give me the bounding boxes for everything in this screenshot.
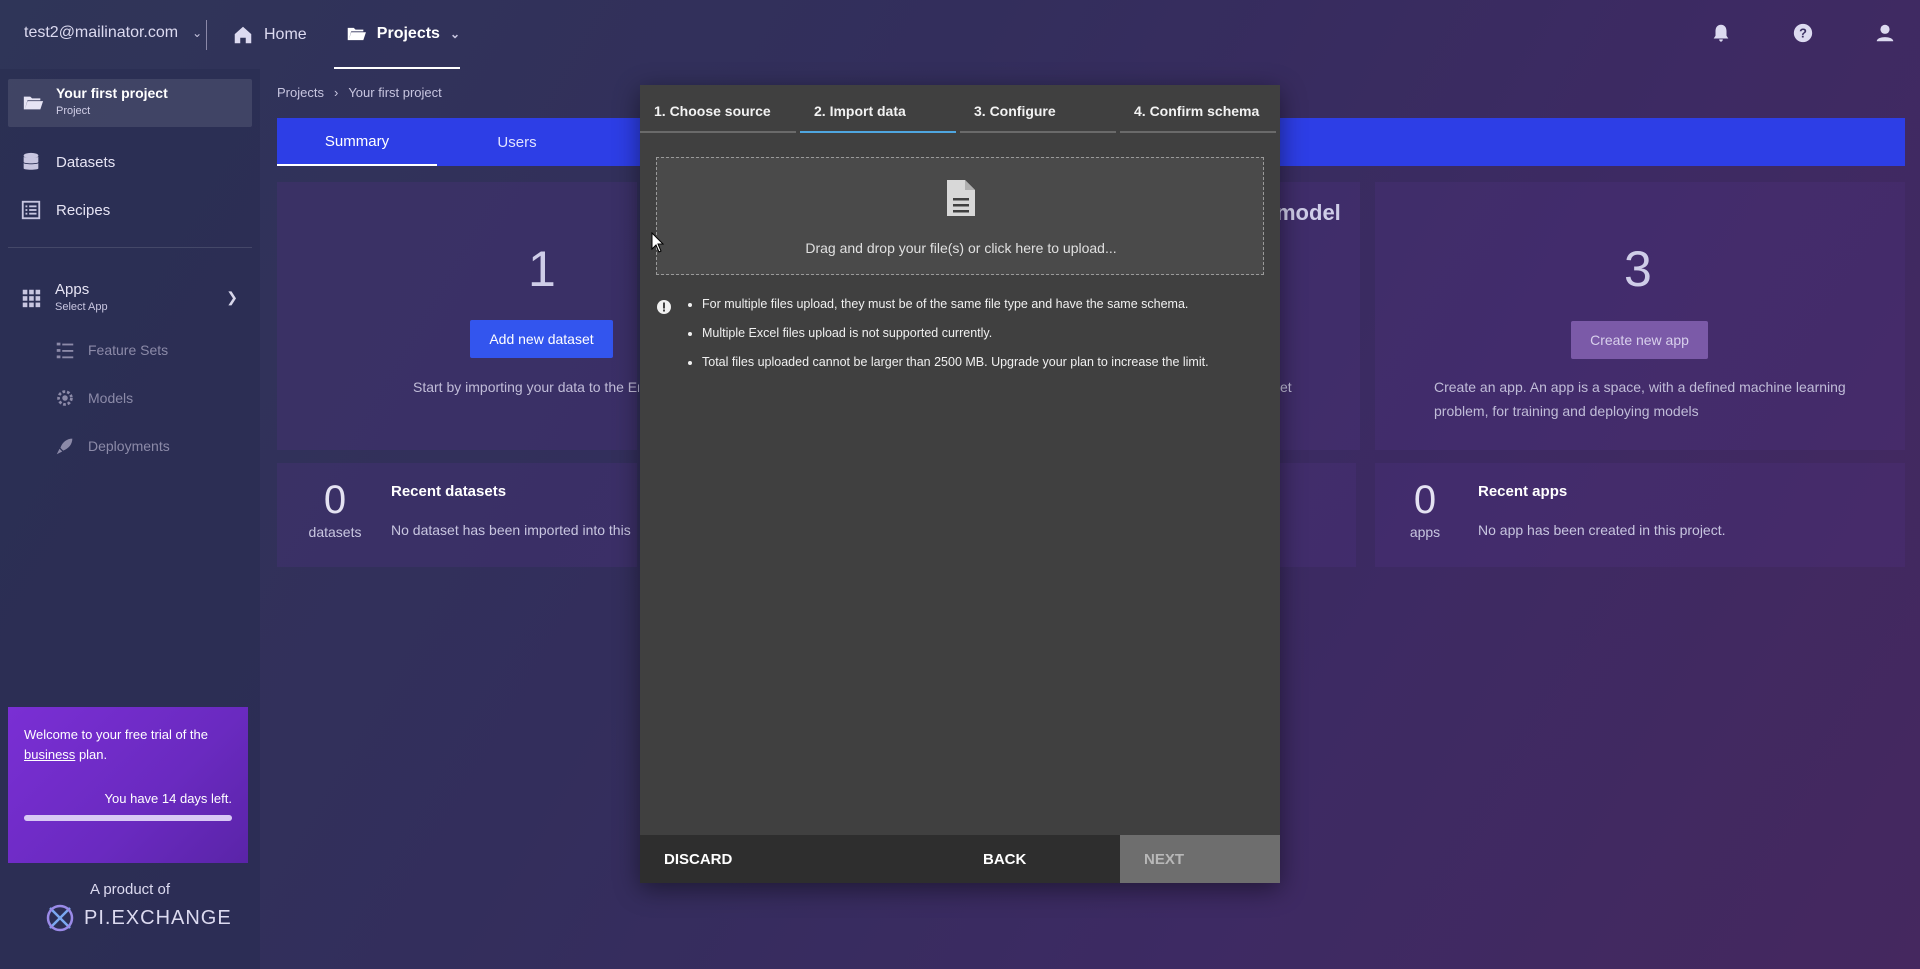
rocket-icon (56, 438, 73, 455)
sidebar-item-models: Models (54, 387, 133, 409)
chevron-down-icon[interactable]: ⌄ (450, 27, 460, 41)
piexchange-logo: PI.EXCHANGE (44, 902, 232, 934)
note-item: For multiple files upload, they must be … (702, 295, 1209, 313)
trial-prefix: Welcome to your free trial of the (24, 727, 209, 742)
chevron-right-icon: ❯ (226, 289, 238, 305)
folder-open-icon (23, 96, 44, 110)
sidebar-label: Feature Sets (88, 342, 169, 358)
grid-icon (22, 289, 41, 308)
step-configure[interactable]: 3. Configure (960, 85, 1116, 133)
step-confirm-schema[interactable]: 4. Confirm schema (1120, 85, 1276, 133)
back-button[interactable]: BACK (983, 835, 1026, 883)
import-steps: 1. Choose source 2. Import data 3. Confi… (640, 85, 1280, 133)
help-icon[interactable]: ? (1792, 22, 1814, 44)
trial-progress-bar (24, 815, 232, 821)
note-item: Multiple Excel files upload is not suppo… (702, 324, 1209, 342)
checklist-icon (56, 342, 74, 359)
info-icon (657, 300, 671, 314)
database-icon (23, 152, 39, 170)
model-card-text: et (1280, 379, 1292, 395)
discard-button[interactable]: DISCARD (664, 835, 732, 883)
import-dialog: 1. Choose source 2. Import data 3. Confi… (640, 85, 1280, 883)
tab-summary[interactable]: Summary (277, 118, 437, 166)
note-item: Total files uploaded cannot be larger th… (702, 353, 1209, 371)
sidebar-item-recipes[interactable]: Recipes (20, 199, 110, 221)
top-divider (206, 20, 207, 50)
sidebar: Your first project Project Datasets Reci… (0, 69, 260, 969)
home-icon (234, 26, 252, 44)
recent-apps-unit: apps (1409, 524, 1441, 540)
model-card-title: model (1276, 200, 1341, 225)
step-import-data[interactable]: 2. Import data (800, 85, 956, 133)
chevron-right-icon: › (333, 85, 339, 100)
add-dataset-button[interactable]: Add new dataset (470, 320, 613, 358)
svg-text:?: ? (1799, 26, 1807, 41)
recent-datasets-unit: datasets (308, 524, 362, 540)
breadcrumb-current: Your first project (348, 85, 442, 100)
trial-plan-link[interactable]: business (24, 747, 75, 762)
sidebar-label: Models (88, 390, 134, 406)
sidebar-item-project[interactable]: Your first project Project (8, 79, 252, 127)
recent-datasets-text: No dataset has been imported into this (391, 522, 631, 538)
nav-projects-label: Projects (376, 24, 440, 42)
next-button[interactable]: NEXT (1120, 835, 1280, 883)
top-icons: ? (1710, 22, 1896, 44)
recent-datasets-title: Recent datasets (391, 483, 507, 500)
apps-subtitle: Select App (55, 301, 108, 313)
tab-users[interactable]: Users (437, 118, 597, 166)
apps-description: Create an app. An app is a space, with a… (1434, 379, 1846, 419)
trial-progress-fill (24, 815, 232, 821)
trial-banner: Welcome to your free trial of the busine… (8, 707, 248, 863)
recent-models-card (1280, 463, 1356, 567)
recent-datasets-count: 0 (323, 478, 347, 522)
datasets-card (277, 182, 637, 450)
project-title: Your first project (56, 85, 168, 101)
datasets-description: Start by importing your data to the Er (413, 379, 639, 395)
dialog-footer: DISCARD BACK NEXT (640, 835, 1280, 883)
sidebar-label: Deployments (88, 438, 170, 454)
bell-icon[interactable] (1710, 22, 1732, 44)
create-app-button[interactable]: Create new app (1571, 321, 1708, 359)
logo-text: PI.EXCHANGE (84, 906, 232, 929)
user-icon[interactable] (1874, 22, 1896, 44)
apps-title: Apps (55, 281, 90, 298)
account-email: test2@mailinator.com (24, 24, 179, 41)
recent-apps-text: No app has been created in this project. (1478, 522, 1726, 538)
list-icon (21, 200, 41, 220)
file-drop-zone[interactable]: Drag and drop your file(s) or click here… (656, 157, 1264, 275)
datasets-count: 1 (528, 241, 556, 297)
account-menu[interactable]: test2@mailinator.com ⌄ (24, 24, 202, 42)
recent-apps-count: 0 (1413, 478, 1437, 522)
breadcrumb-root[interactable]: Projects (277, 85, 324, 100)
step-choose-source[interactable]: 1. Choose source (640, 85, 796, 133)
document-icon (947, 180, 975, 216)
mouse-cursor-icon (651, 232, 665, 253)
nav-home[interactable]: Home (232, 24, 307, 46)
project-subtitle: Project (56, 105, 91, 117)
sidebar-label: Recipes (56, 201, 111, 219)
product-of-label: A product of (89, 881, 171, 898)
apps-count: 3 (1624, 241, 1652, 297)
drop-zone-text: Drag and drop your file(s) or click here… (805, 240, 1117, 256)
recent-apps-title: Recent apps (1478, 483, 1568, 500)
folder-open-icon (347, 27, 366, 40)
nav-projects[interactable]: Projects ⌄ (334, 0, 460, 69)
sidebar-item-datasets[interactable]: Datasets (20, 151, 115, 173)
chevron-down-icon: ⌄ (192, 26, 203, 40)
sidebar-divider (8, 247, 252, 248)
trial-days-left: You have 14 days left. (104, 791, 232, 806)
sidebar-label: Datasets (56, 153, 116, 171)
top-bar: test2@mailinator.com ⌄ Home Projects ⌄ ? (0, 0, 1920, 69)
nav-home-label: Home (264, 26, 307, 43)
sidebar-item-feature-sets: Feature Sets (54, 339, 168, 361)
logo-icon (46, 904, 74, 932)
trial-suffix: plan. (78, 747, 108, 762)
cog-icon (57, 390, 73, 406)
sidebar-item-deployments: Deployments (54, 435, 170, 457)
breadcrumb: Projects › Your first project (277, 85, 442, 100)
